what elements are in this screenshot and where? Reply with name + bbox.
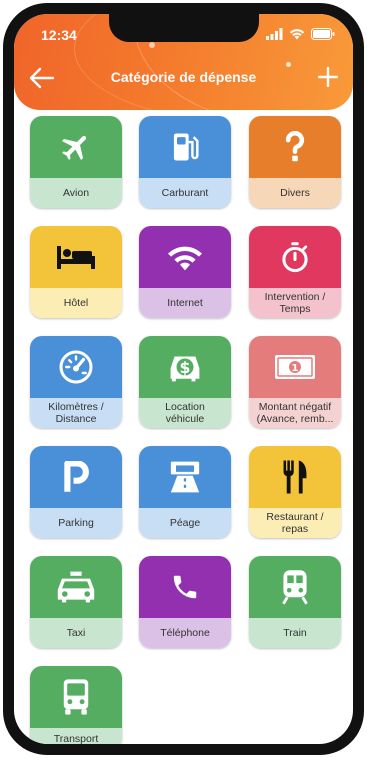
category-label: Restaurant / repas bbox=[249, 508, 341, 538]
category-tile-icon-area bbox=[139, 446, 231, 508]
category-tile-icon-area bbox=[30, 666, 122, 728]
app-screen: 12:34 Catégorie de dépense Avion Carbura… bbox=[14, 14, 353, 744]
wifi-icon bbox=[165, 242, 205, 272]
category-tile-icon-area bbox=[30, 446, 122, 508]
wifi-status-icon bbox=[289, 29, 305, 40]
bed-icon bbox=[56, 244, 96, 270]
category-tile-car-rental[interactable]: $ Location véhicule bbox=[139, 336, 231, 428]
category-tile-icon-area bbox=[249, 446, 341, 508]
status-icons bbox=[266, 28, 335, 40]
category-label: Parking bbox=[30, 508, 122, 538]
category-tile-icon-area bbox=[139, 116, 231, 178]
category-tile-fork-knife[interactable]: Restaurant / repas bbox=[249, 446, 341, 538]
category-tile-icon-area bbox=[139, 556, 231, 618]
category-label: Transport bbox=[30, 728, 122, 744]
category-tile-speedometer[interactable]: Kilomètres / Distance bbox=[30, 336, 122, 428]
category-label: Péage bbox=[139, 508, 231, 538]
category-tile-icon-area bbox=[249, 556, 341, 618]
banknote-icon: 1 bbox=[274, 354, 316, 380]
category-tile-icon-area bbox=[249, 226, 341, 288]
fork-knife-icon bbox=[281, 459, 309, 495]
category-tile-icon-area bbox=[30, 336, 122, 398]
category-tile-question-mark[interactable]: Divers bbox=[249, 116, 341, 208]
category-tile-icon-area bbox=[249, 116, 341, 178]
category-label: Location véhicule bbox=[139, 398, 231, 428]
category-tile-icon-area bbox=[139, 226, 231, 288]
category-label: Internet bbox=[139, 288, 231, 318]
phone-icon bbox=[170, 572, 200, 602]
category-label: Montant négatif (Avance, remb... bbox=[249, 398, 341, 428]
category-tile-phone[interactable]: Téléphone bbox=[139, 556, 231, 648]
fuel-pump-icon bbox=[170, 131, 200, 163]
category-label: Hôtel bbox=[30, 288, 122, 318]
battery-icon bbox=[311, 28, 335, 40]
svg-text:$: $ bbox=[180, 358, 191, 377]
category-tile-stopwatch[interactable]: Intervention / Temps bbox=[249, 226, 341, 318]
parking-icon bbox=[63, 461, 89, 493]
category-label: Divers bbox=[249, 178, 341, 208]
category-tile-fuel-pump[interactable]: Carburant bbox=[139, 116, 231, 208]
train-icon bbox=[280, 569, 310, 605]
category-tile-icon-area: $ bbox=[139, 336, 231, 398]
svg-text:1: 1 bbox=[292, 363, 299, 374]
category-tile-icon-area bbox=[30, 226, 122, 288]
category-tile-icon-area: 1 bbox=[249, 336, 341, 398]
category-tile-train[interactable]: Train bbox=[249, 556, 341, 648]
airplane-icon bbox=[59, 130, 93, 164]
car-rental-icon: $ bbox=[166, 350, 204, 384]
category-tile-airplane[interactable]: Avion bbox=[30, 116, 122, 208]
category-tile-icon-area bbox=[30, 556, 122, 618]
question-mark-icon bbox=[283, 131, 307, 163]
category-label: Taxi bbox=[30, 618, 122, 648]
category-label: Intervention / Temps bbox=[249, 288, 341, 318]
category-tile-wifi[interactable]: Internet bbox=[139, 226, 231, 318]
category-label: Carburant bbox=[139, 178, 231, 208]
bus-icon bbox=[60, 678, 92, 716]
page-title: Catégorie de dépense bbox=[110, 69, 257, 85]
category-tile-toll-road[interactable]: Péage bbox=[139, 446, 231, 538]
category-tile-bed[interactable]: Hôtel bbox=[30, 226, 122, 318]
category-label: Kilomètres / Distance bbox=[30, 398, 122, 428]
category-tile-icon-area bbox=[30, 116, 122, 178]
category-tile-parking[interactable]: Parking bbox=[30, 446, 122, 538]
taxi-icon bbox=[55, 570, 97, 604]
add-icon[interactable] bbox=[317, 66, 339, 88]
category-tile-banknote[interactable]: 1 Montant négatif (Avance, remb... bbox=[249, 336, 341, 428]
toll-road-icon bbox=[167, 460, 203, 494]
category-label: Avion bbox=[30, 178, 122, 208]
signal-icon bbox=[266, 28, 283, 40]
category-tile-bus[interactable]: Transport bbox=[30, 666, 122, 744]
status-time: 12:34 bbox=[41, 27, 77, 43]
category-label: Téléphone bbox=[139, 618, 231, 648]
category-label: Train bbox=[249, 618, 341, 648]
device-notch bbox=[109, 14, 259, 42]
category-tile-taxi[interactable]: Taxi bbox=[30, 556, 122, 648]
phone-frame: 12:34 Catégorie de dépense Avion Carbura… bbox=[3, 3, 364, 755]
speedometer-icon bbox=[58, 349, 94, 385]
stopwatch-icon bbox=[280, 241, 310, 273]
